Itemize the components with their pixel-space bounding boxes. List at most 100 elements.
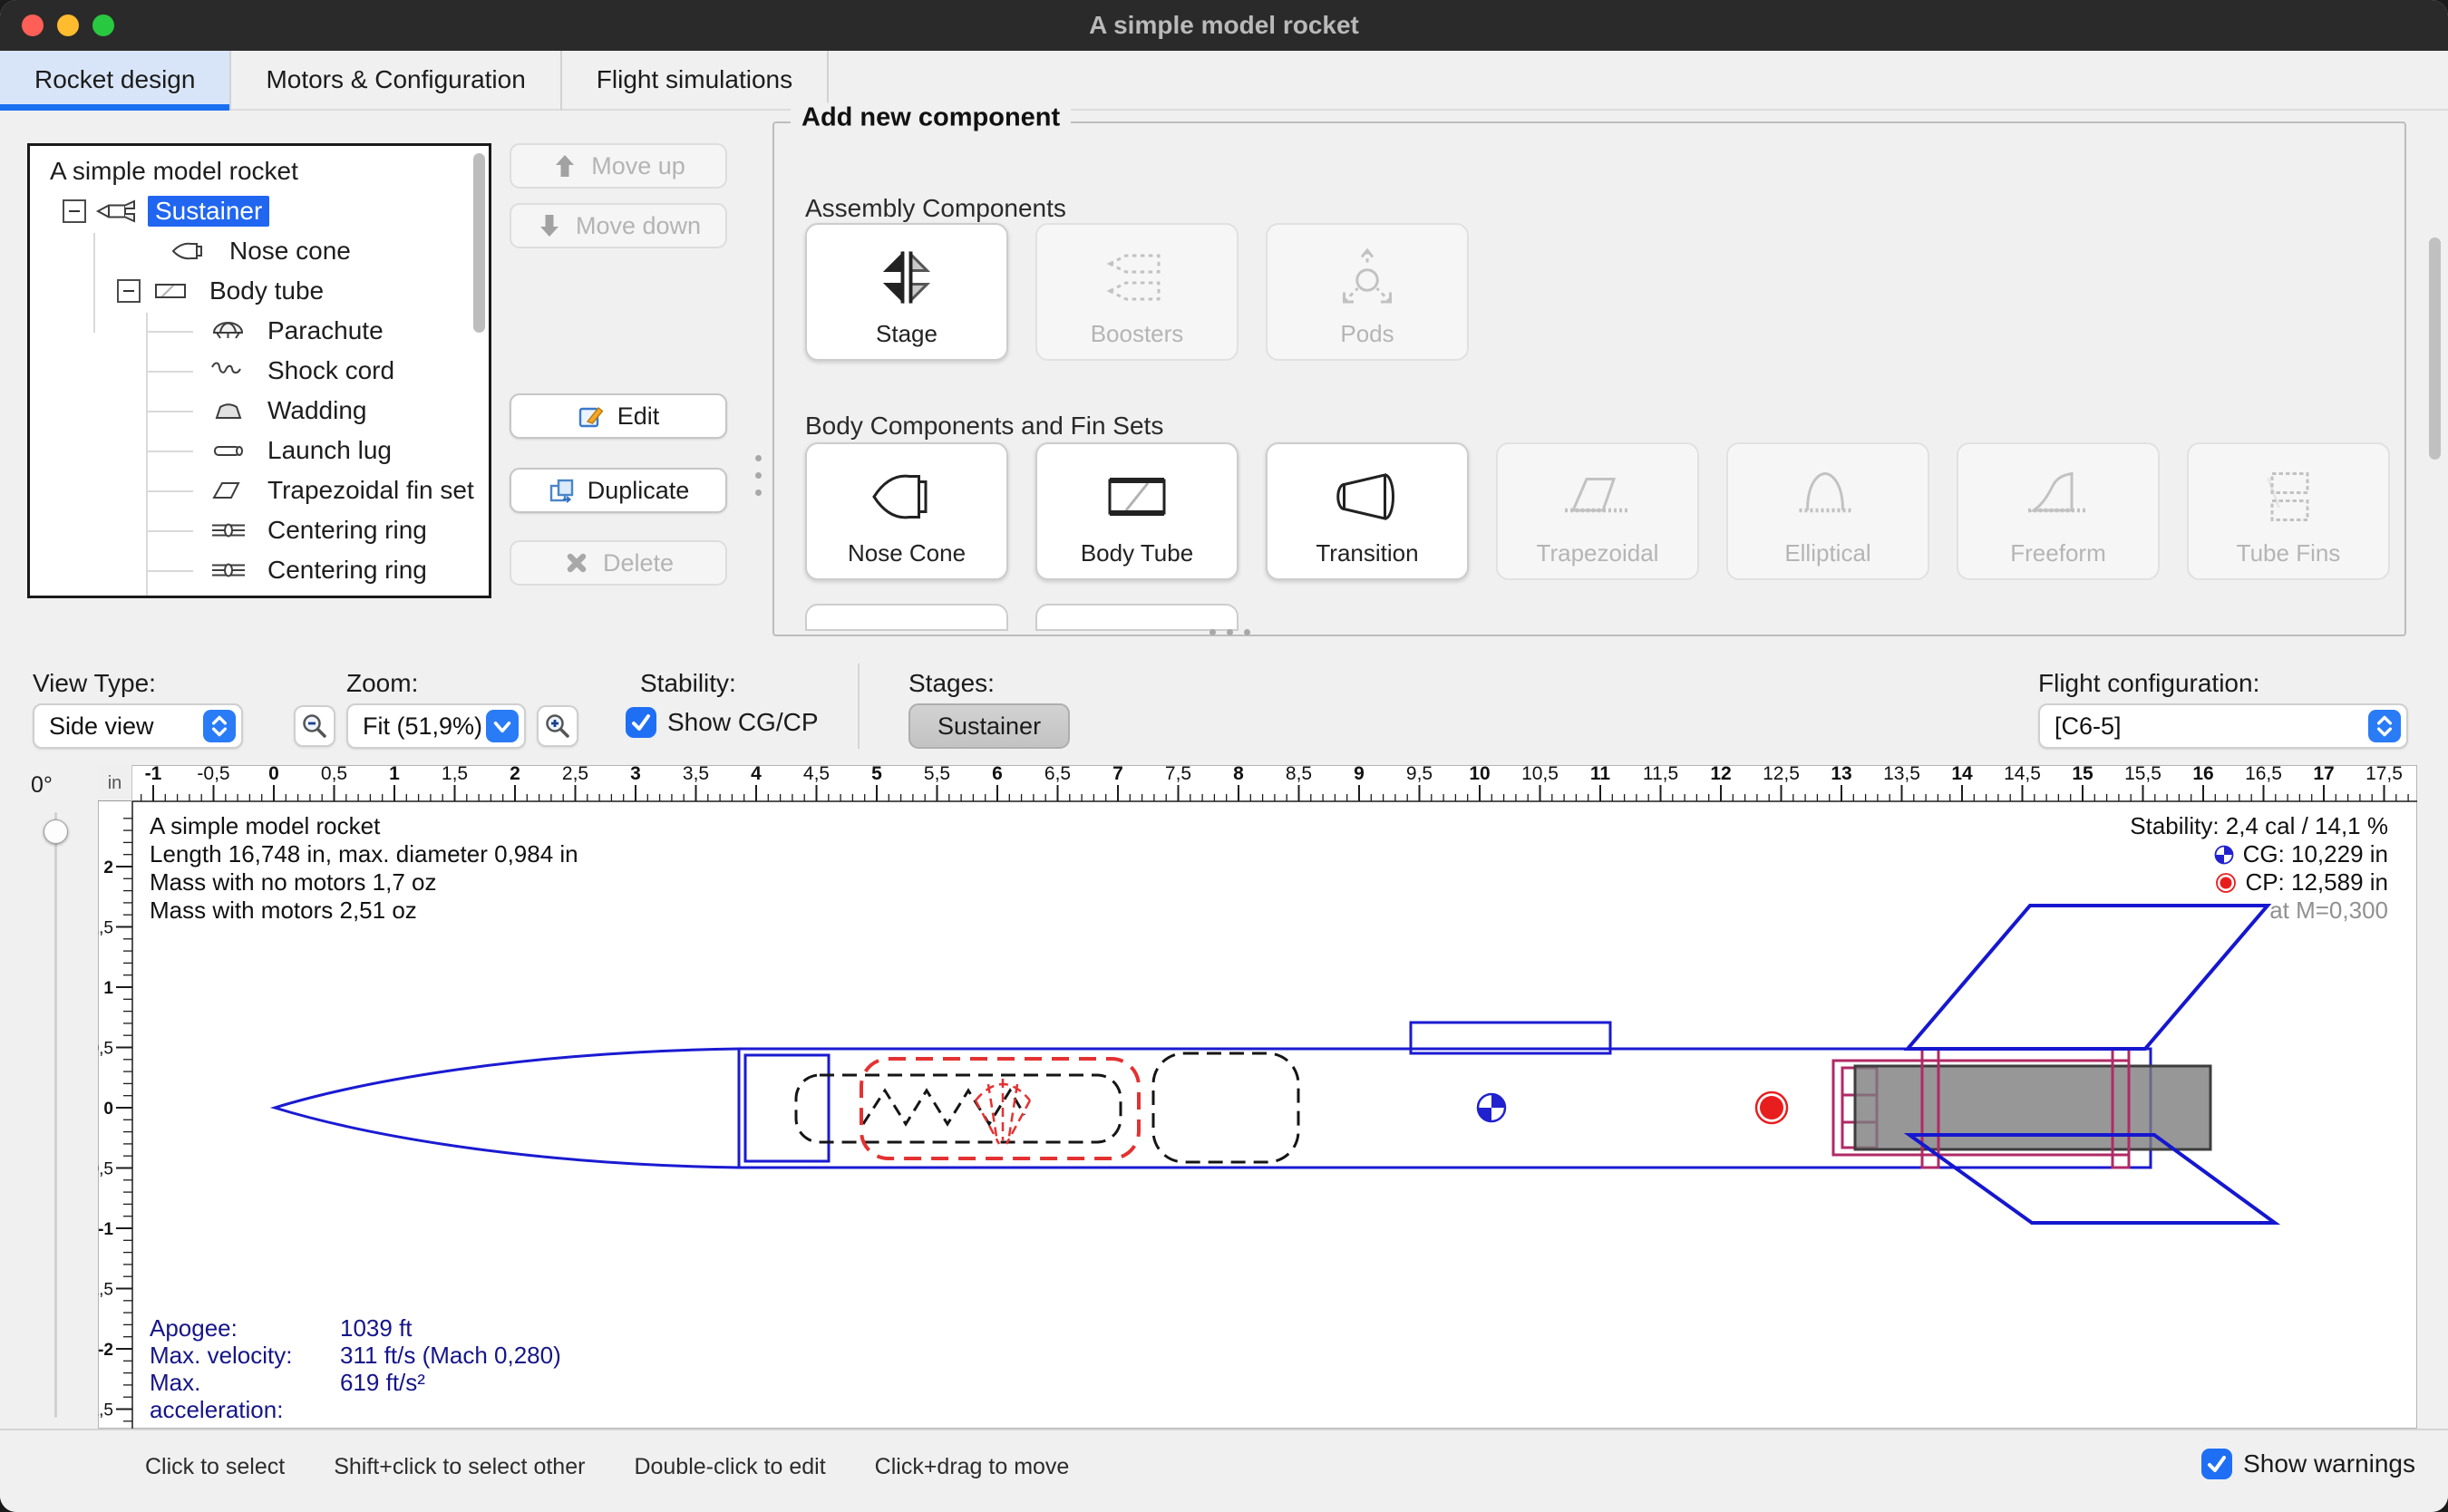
tree-item-label: Body tube	[202, 276, 331, 306]
component-card-transition[interactable]: Transition	[1266, 442, 1469, 580]
tab-flight-simulations[interactable]: Flight simulations	[562, 51, 829, 111]
tab-label: Rocket design	[34, 65, 195, 93]
tree-item-wadding[interactable]: Wadding	[30, 391, 489, 431]
show-warnings-checkbox[interactable]: Show warnings	[2201, 1449, 2415, 1479]
launchlug-icon	[208, 439, 249, 462]
svg-text:7,5: 7,5	[1165, 765, 1191, 784]
svg-text:3,5: 3,5	[683, 765, 709, 784]
tab-bar: Rocket design Motors & ConfigurationFligh…	[0, 51, 2448, 111]
component-card-partial[interactable]	[805, 604, 1008, 631]
view-type-select[interactable]: Side view	[33, 703, 243, 749]
status-bar: Click to selectShift+click to select oth…	[0, 1429, 2448, 1512]
tab-motors-configuration[interactable]: Motors & Configuration	[231, 51, 561, 111]
hint-text: Click+drag to move	[875, 1454, 1070, 1479]
zoom-in-icon	[543, 712, 572, 741]
svg-text:2: 2	[103, 858, 113, 877]
component-card-stage[interactable]: Stage	[805, 223, 1008, 361]
rotation-slider-track[interactable]	[54, 812, 57, 1418]
checkbox-checked-icon	[626, 707, 656, 738]
card-label: Stage	[807, 320, 1006, 348]
finset-icon	[208, 479, 249, 502]
component-card-body-tube[interactable]: Body Tube	[1035, 442, 1239, 580]
flight-stats-block: Apogee:1039 ft Max. velocity:311 ft/s (M…	[150, 1314, 561, 1423]
show-cgcp-checkbox[interactable]: Show CG/CP	[626, 707, 819, 738]
boosters-icon	[1099, 239, 1175, 315]
delete-button: Delete	[510, 540, 727, 586]
card-label: Trapezoidal	[1498, 539, 1697, 567]
svg-text:17: 17	[2313, 765, 2334, 784]
svg-text:17,5: 17,5	[2365, 765, 2403, 784]
zoom-select[interactable]: Fit (51,9%)	[346, 703, 526, 749]
transition-icon	[1329, 459, 1405, 535]
card-label: Body Tube	[1037, 539, 1237, 567]
svg-text:1: 1	[103, 979, 113, 998]
svg-text:14: 14	[1951, 765, 1973, 784]
svg-text:4,5: 4,5	[803, 765, 830, 784]
app-window: A simple model rocket Rocket design Motor…	[0, 0, 2448, 1512]
button-label: Move down	[576, 212, 701, 240]
chevron-down-icon	[486, 710, 519, 742]
component-card-partial[interactable]	[1035, 604, 1239, 631]
button-label: Duplicate	[588, 477, 690, 505]
edit-button[interactable]: Edit	[510, 393, 727, 439]
tree-item-trapezoidal-fin-set[interactable]: Trapezoidal fin set	[30, 470, 489, 510]
cp-value: CP: 12,589 in	[2245, 868, 2388, 897]
duplicate-button[interactable]: Duplicate	[510, 468, 727, 513]
component-card-nose-cone[interactable]: Nose Cone	[805, 442, 1008, 580]
bodytube-icon	[150, 279, 191, 303]
mach-condition: at M=0,300	[2269, 897, 2388, 925]
stage-toggle-sustainer[interactable]: Sustainer	[908, 703, 1070, 749]
tree-item-centering-ring[interactable]: Centering ring	[30, 550, 489, 590]
section-label: Assembly Components	[805, 194, 1066, 223]
svg-text:16: 16	[2192, 765, 2213, 784]
svg-text:0,5: 0,5	[321, 765, 347, 784]
checkbox-checked-icon	[2201, 1449, 2232, 1479]
tree-item-body-tube[interactable]: Body tube	[30, 271, 489, 311]
zoom-in-button[interactable]	[537, 705, 578, 747]
tree-action-buttons: Move up Move down Edit Duplicate Delete	[510, 143, 727, 615]
parachute-icon	[208, 319, 249, 343]
tree-item-inner-tube[interactable]: Inner Tube	[30, 590, 489, 598]
tree-expander[interactable]	[63, 199, 86, 223]
rotation-slider-knob[interactable]	[44, 819, 68, 844]
tree-item-nose-cone[interactable]: Nose cone	[30, 231, 489, 271]
svg-text:11,5: 11,5	[1643, 765, 1678, 784]
svg-text:2,5: 2,5	[562, 765, 588, 784]
svg-text:15: 15	[2072, 765, 2093, 784]
edit-icon	[578, 402, 605, 430]
centeringring-icon	[208, 519, 249, 542]
apogee-value: 1039 ft	[340, 1314, 413, 1342]
tree-item-label: Centering ring	[260, 555, 434, 586]
splitter-handle-vertical[interactable]	[755, 455, 762, 496]
svg-text:6: 6	[992, 765, 1003, 784]
section-label: Body Components and Fin Sets	[805, 412, 1163, 441]
move-up-button: Move up	[510, 143, 727, 189]
tree-item-launch-lug[interactable]: Launch lug	[30, 431, 489, 470]
acceleration-value: 619 ft/s²	[340, 1369, 425, 1423]
zoom-out-button[interactable]	[294, 705, 335, 747]
tree-item-shock-cord[interactable]: Shock cord	[30, 351, 489, 391]
tree-item-parachute[interactable]: Parachute	[30, 311, 489, 351]
component-tree[interactable]: A simple model rocketSustainerNose cone B…	[27, 143, 491, 598]
component-card-tube-fins: Tube Fins	[2187, 442, 2390, 580]
tree-scrollbar[interactable]	[473, 153, 485, 333]
tree-item-sustainer[interactable]: Sustainer	[30, 191, 489, 231]
tree-item-centering-ring[interactable]: Centering ring	[30, 510, 489, 550]
splitter-handle-horizontal[interactable]	[1209, 629, 1250, 635]
svg-text:-0,5: -0,5	[98, 1160, 113, 1179]
stability-value: Stability: 2,4 cal / 14,1 %	[2130, 812, 2388, 840]
panel-scrollbar[interactable]	[2429, 237, 2441, 460]
tab-rocket-design[interactable]: Rocket design	[0, 51, 231, 111]
cg-value: CG: 10,229 in	[2243, 840, 2388, 868]
svg-text:5,5: 5,5	[924, 765, 950, 784]
tree-item-a-simple-model-rocket[interactable]: A simple model rocket	[30, 151, 489, 191]
svg-text:5: 5	[871, 765, 882, 784]
tree-item-label: Shock cord	[260, 355, 402, 386]
add-component-panel: Assembly ComponentsStageBoostersPodsBody…	[772, 121, 2406, 636]
ruler-unit: in	[98, 765, 132, 801]
view-controls: View Type: Side view Zoom: Fit (51,9%) S…	[0, 647, 2448, 765]
cp-icon	[2216, 873, 2236, 893]
svg-text:0,5: 0,5	[98, 1040, 113, 1059]
flight-config-select[interactable]: [C6-5]	[2038, 703, 2408, 749]
tree-expander[interactable]	[117, 279, 141, 303]
